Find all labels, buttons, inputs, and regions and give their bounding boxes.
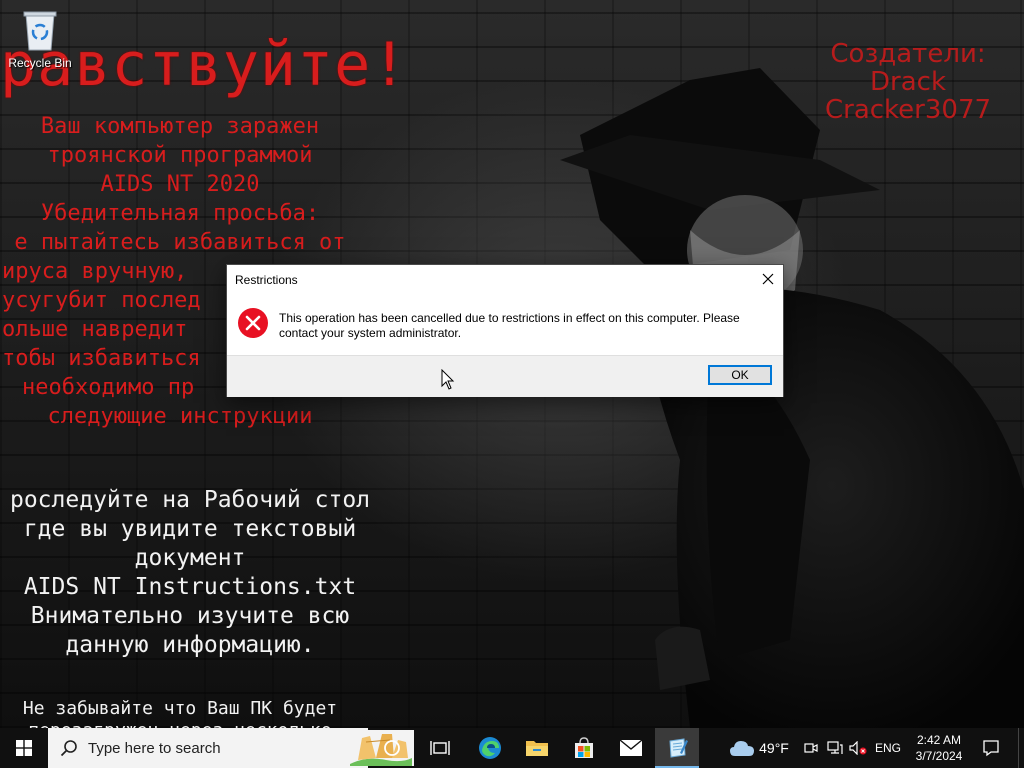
message-line: AIDS NT Instructions.txt [23, 574, 357, 600]
show-desktop-button[interactable] [1018, 728, 1024, 768]
edge-browser-icon [479, 737, 501, 759]
task-view-icon [430, 741, 450, 755]
taskbar-edge-button[interactable] [467, 728, 513, 768]
creator-name: Drack [870, 67, 946, 97]
instruction-message: роследуйте на Рабочий стол где вы увидит… [0, 486, 420, 660]
message-line: AIDS NT 2020 [100, 172, 260, 197]
restrictions-dialog: Restrictions This operation has been can… [226, 264, 784, 397]
message-line: троянской программой [47, 143, 313, 168]
close-icon [762, 273, 774, 285]
tray-language-indicator[interactable]: ENG [872, 728, 904, 768]
dialog-message: This operation has been cancelled due to… [279, 311, 740, 340]
notepad-icon [669, 738, 688, 758]
tray-network-button[interactable] [826, 728, 844, 768]
search-icon [60, 740, 77, 757]
message-line: е пытайтесь избавиться от [14, 230, 346, 255]
windows-logo-icon [16, 740, 32, 756]
ok-button[interactable]: OK [708, 365, 772, 385]
message-line: где вы увидите текстовый [23, 516, 357, 542]
desktop-icon-label: Recycle Bin [8, 56, 72, 70]
action-center-button[interactable] [976, 728, 1006, 768]
cortana-circle-icon [384, 740, 400, 756]
taskbar-notepad-button[interactable] [655, 728, 699, 768]
start-button[interactable] [0, 728, 48, 768]
tray-meet-now-button[interactable] [802, 728, 820, 768]
creators-heading: Создатели: [830, 39, 986, 69]
dialog-title: Restrictions [235, 273, 298, 287]
taskbar-clock[interactable]: 2:42 AM 3/7/2024 [906, 728, 972, 768]
taskbar-store-button[interactable] [561, 728, 607, 768]
folder-icon [526, 741, 548, 756]
message-line: Ваш компьютер заражен [40, 114, 320, 139]
desktop-icon-recycle-bin[interactable]: Recycle Bin [4, 6, 76, 70]
taskbar-mail-button[interactable] [608, 728, 654, 768]
message-line: Убедительная просьба: [40, 201, 320, 226]
desktop-screen: равствуйте! Создатели: Drack Cracker3077… [0, 0, 1024, 768]
meet-now-icon [804, 743, 818, 753]
mouse-cursor-icon [441, 369, 455, 390]
creators-block: Создатели: Drack Cracker3077 [820, 40, 996, 124]
taskbar-search-box[interactable]: Type here to search [48, 728, 414, 768]
message-line: документ [134, 545, 246, 571]
cortana-button[interactable] [370, 728, 414, 768]
message-line: роследуйте на Рабочий стол [9, 487, 371, 513]
network-icon [827, 741, 843, 754]
dialog-close-button[interactable] [753, 265, 783, 293]
dialog-footer: OK [227, 355, 783, 397]
message-line: данную информацию. [65, 632, 315, 658]
taskbar-weather-widget[interactable]: 49°F [724, 728, 794, 768]
task-view-button[interactable] [418, 728, 462, 768]
error-icon [238, 308, 268, 338]
search-placeholder: Type here to search [88, 739, 221, 757]
creator-name: Cracker3077 [824, 95, 992, 125]
cloud-icon [730, 741, 755, 756]
message-line: Не забывайте что Ваш ПК будет [22, 698, 338, 719]
volume-muted-icon [849, 741, 867, 755]
dialog-body: This operation has been cancelled due to… [227, 295, 783, 355]
recycle-bin-icon [23, 11, 57, 51]
message-line: следующие инструкции [47, 404, 313, 429]
store-bag-icon [575, 737, 593, 758]
taskbar: Type here to search 49°F ENG 2:42 AM 3/7… [0, 728, 1024, 768]
message-line: Внимательно изучите всю [30, 603, 350, 629]
mail-envelope-icon [619, 739, 643, 756]
clock-date: 3/7/2024 [915, 749, 963, 763]
taskbar-file-explorer-button[interactable] [514, 728, 560, 768]
clock-time: 2:42 AM [916, 733, 962, 747]
notification-icon [983, 740, 999, 757]
weather-temperature: 49°F [759, 740, 789, 756]
tray-volume-button[interactable] [848, 728, 868, 768]
